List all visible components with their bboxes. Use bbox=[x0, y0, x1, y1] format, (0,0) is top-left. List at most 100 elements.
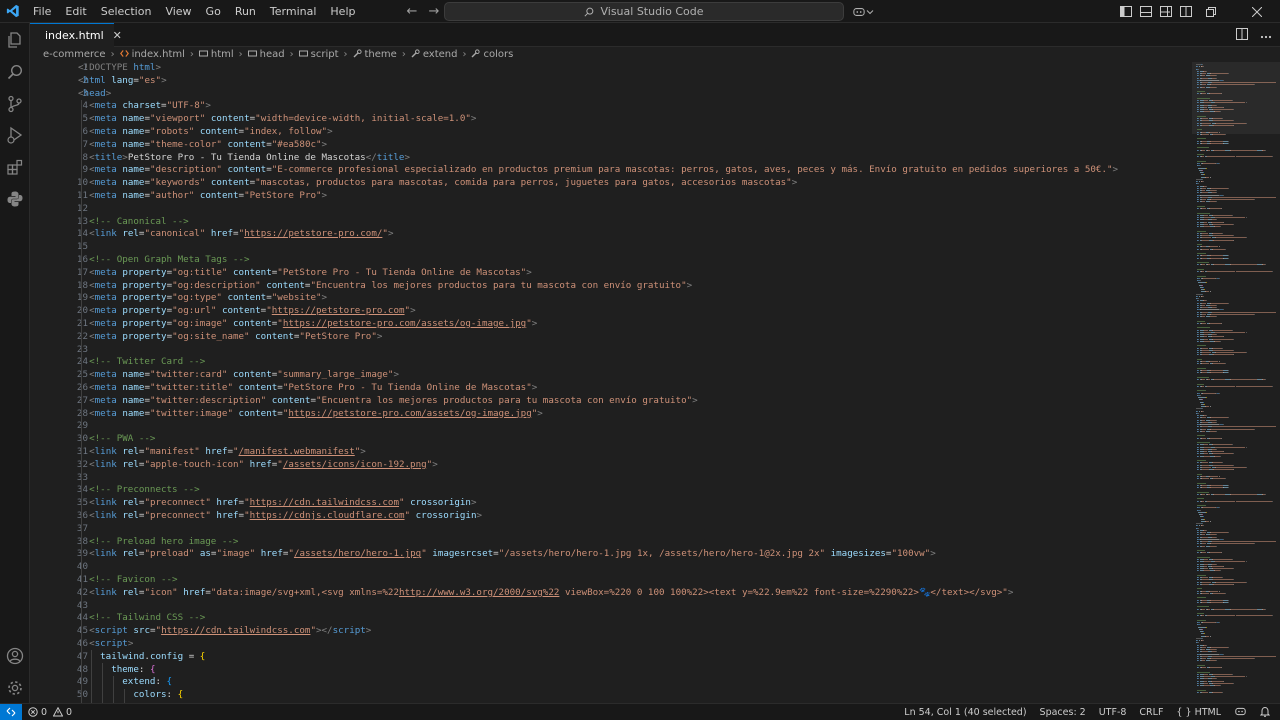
code-line[interactable]: <meta property="og:description" content=… bbox=[78, 280, 692, 293]
code-line[interactable]: <meta name="description" content="E-comm… bbox=[78, 164, 1118, 177]
search-icon[interactable] bbox=[0, 57, 30, 87]
restore-icon[interactable] bbox=[1188, 0, 1234, 23]
code-editor[interactable]: 1 2 3 4 5 6 7 8 9 10 11 12 13 14 15 16 17 18 19 20 21 22 23 24 2… bbox=[30, 62, 1192, 703]
bell-icon[interactable] bbox=[1259, 706, 1271, 720]
code-line[interactable]: <link rel="preload" as="image" href="/as… bbox=[78, 548, 936, 561]
code-line[interactable]: <!-- Open Graph Meta Tags --> bbox=[78, 254, 249, 267]
code-line[interactable]: <!-- Preconnects --> bbox=[78, 484, 200, 497]
python-icon[interactable] bbox=[0, 184, 30, 214]
end-of-line[interactable]: CRLF bbox=[1139, 707, 1163, 718]
code-line[interactable]: <!-- PWA --> bbox=[78, 433, 155, 446]
breadcrumb-extend[interactable]: extend bbox=[423, 49, 458, 60]
toggle-primary-sidebar-icon[interactable] bbox=[1118, 4, 1134, 20]
code-token: content bbox=[210, 113, 250, 125]
code-line[interactable]: <link rel="apple-touch-icon" href="/asse… bbox=[78, 459, 438, 472]
copilot-icon[interactable] bbox=[852, 0, 874, 23]
code-line[interactable]: extend: { bbox=[78, 676, 172, 689]
code-line[interactable]: <meta property="og:site_name" content="P… bbox=[78, 331, 382, 344]
more-actions-icon[interactable] bbox=[1260, 28, 1272, 42]
menu-file[interactable]: File bbox=[26, 0, 58, 23]
code-line[interactable]: <script src="https://cdn.tailwindcss.com… bbox=[78, 625, 371, 638]
minimize-icon[interactable] bbox=[1142, 0, 1188, 23]
minimap-line bbox=[1214, 446, 1246, 448]
code-line[interactable]: tailwind.config = { bbox=[78, 651, 205, 664]
vscode-logo-icon[interactable] bbox=[0, 0, 26, 23]
language-mode[interactable]: { } HTML bbox=[1176, 707, 1221, 718]
code-line[interactable]: <meta name="robots" content="index, foll… bbox=[78, 126, 333, 139]
remote-icon[interactable] bbox=[0, 703, 22, 720]
code-line[interactable]: <link rel="preconnect" href="https://cdn… bbox=[78, 497, 476, 510]
code-line[interactable]: <html lang="es"> bbox=[78, 75, 167, 88]
problems-indicator[interactable]: 0 0 bbox=[22, 707, 78, 718]
minimap-line bbox=[1196, 473, 1203, 475]
code-line[interactable]: theme: { bbox=[78, 664, 155, 677]
code-line[interactable]: <!DOCTYPE html> bbox=[78, 62, 161, 75]
settings-gear-icon[interactable] bbox=[0, 673, 30, 703]
code-line[interactable]: <meta name="twitter:image" content="http… bbox=[78, 408, 543, 421]
breadcrumb-head[interactable]: head bbox=[260, 49, 285, 60]
breadcrumb-theme[interactable]: theme bbox=[365, 49, 397, 60]
explorer-icon[interactable] bbox=[0, 25, 30, 55]
minimap[interactable] bbox=[1192, 62, 1280, 703]
menu-edit[interactable]: Edit bbox=[58, 0, 93, 23]
minimap-line bbox=[1212, 248, 1225, 250]
menu-run[interactable]: Run bbox=[228, 0, 263, 23]
extensions-icon[interactable] bbox=[0, 152, 30, 182]
command-center[interactable]: Visual Studio Code bbox=[444, 2, 844, 21]
source-control-icon[interactable] bbox=[0, 89, 30, 119]
code-line[interactable]: <meta property="og:image" content="https… bbox=[78, 318, 537, 331]
code-line[interactable]: colors: { bbox=[78, 689, 183, 702]
code-line[interactable]: <meta name="viewport" content="width=dev… bbox=[78, 113, 476, 126]
menu-help[interactable]: Help bbox=[323, 0, 362, 23]
code-area[interactable]: <!DOCTYPE html> <html lang="es"> <head> <m… bbox=[78, 62, 1188, 703]
code-line[interactable]: <meta name="twitter:title" content="PetS… bbox=[78, 382, 537, 395]
close-window-icon[interactable] bbox=[1234, 0, 1280, 23]
code-line[interactable]: <link rel="preconnect" href="https://cdn… bbox=[78, 510, 482, 523]
code-line[interactable]: <meta property="og:title" content="PetSt… bbox=[78, 267, 532, 280]
run-debug-icon[interactable] bbox=[0, 120, 30, 150]
code-line[interactable]: <!-- Twitter Card --> bbox=[78, 356, 205, 369]
code-line[interactable]: <title>PetStore Pro - Tu Tienda Online d… bbox=[78, 152, 410, 165]
breadcrumb-colors[interactable]: colors bbox=[483, 49, 513, 60]
breadcrumb-file[interactable]: index.html bbox=[132, 49, 185, 60]
menu-view[interactable]: View bbox=[158, 0, 198, 23]
code-line[interactable]: <meta name="theme-color" content="#ea580… bbox=[78, 139, 327, 152]
split-editor-icon[interactable] bbox=[1236, 27, 1248, 43]
menu-terminal[interactable]: Terminal bbox=[263, 0, 324, 23]
code-line[interactable]: <meta name="twitter:description" content… bbox=[78, 395, 698, 408]
code-line[interactable]: <!-- Tailwind CSS --> bbox=[78, 612, 205, 625]
code-line[interactable]: <!-- Favicon --> bbox=[78, 574, 178, 587]
minimap-line bbox=[1211, 655, 1276, 657]
cursor-position[interactable]: Ln 54, Col 1 (40 selected) bbox=[904, 707, 1026, 718]
code-line[interactable]: <link rel="icon" href="data:image/svg+xm… bbox=[78, 587, 1013, 600]
breadcrumb-script[interactable]: script bbox=[311, 49, 339, 60]
code-line[interactable]: <head> bbox=[78, 88, 111, 101]
code-line[interactable]: <script> bbox=[78, 638, 133, 651]
forward-arrow-icon[interactable]: → bbox=[426, 4, 442, 19]
code-line[interactable]: <meta name="twitter:card" content="summa… bbox=[78, 369, 399, 382]
code-line[interactable]: <link rel="canonical" href="https://pets… bbox=[78, 228, 393, 241]
minimap-line bbox=[1201, 493, 1206, 495]
code-line[interactable]: <meta charset="UTF-8"> bbox=[78, 100, 211, 113]
close-tab-icon[interactable]: ✕ bbox=[113, 29, 122, 42]
encoding[interactable]: UTF-8 bbox=[1099, 707, 1127, 718]
breadcrumb-html[interactable]: html bbox=[211, 49, 234, 60]
code-line[interactable]: <!-- Canonical --> bbox=[78, 216, 189, 229]
code-line[interactable]: <meta property="og:type" content="websit… bbox=[78, 292, 327, 305]
minimap-line bbox=[1211, 426, 1276, 428]
indentation[interactable]: Spaces: 2 bbox=[1040, 707, 1086, 718]
code-line[interactable]: <link rel="manifest" href="/manifest.web… bbox=[78, 446, 366, 459]
code-line[interactable]: <meta name="author" content="PetStore Pr… bbox=[78, 190, 327, 203]
code-line[interactable]: <meta property="og:url" content="https:/… bbox=[78, 305, 416, 318]
minimap-line bbox=[1203, 102, 1211, 104]
code-line[interactable]: <!-- Preload hero image --> bbox=[78, 536, 238, 549]
tab-index-html[interactable]: index.html ✕ bbox=[30, 23, 122, 47]
breadcrumb-folder[interactable]: e-commerce bbox=[43, 49, 106, 60]
menu-go[interactable]: Go bbox=[199, 0, 228, 23]
code-line[interactable]: <meta name="keywords" content="mascotas,… bbox=[78, 177, 797, 190]
account-icon[interactable] bbox=[0, 641, 30, 671]
back-arrow-icon[interactable]: ← bbox=[404, 4, 420, 19]
menu-selection[interactable]: Selection bbox=[94, 0, 159, 23]
copilot-status-icon[interactable] bbox=[1234, 706, 1247, 720]
